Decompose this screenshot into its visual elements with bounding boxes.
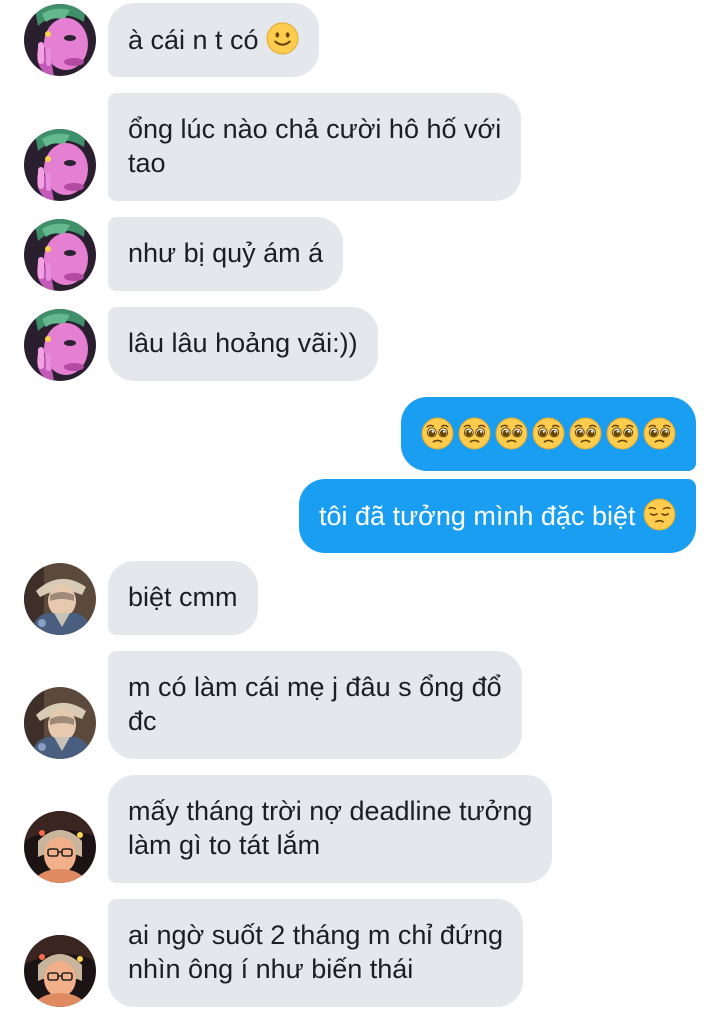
message-text-line: nhìn ông í như biến thái xyxy=(128,954,414,984)
message-bubble-outgoing[interactable]: tôi đã tưởng mình đặc biệt xyxy=(299,479,696,553)
avatar[interactable] xyxy=(24,811,96,883)
message-bubble-outgoing[interactable] xyxy=(401,397,696,471)
pleading-face-icon xyxy=(458,417,491,450)
message-text-line: ai ngờ suốt 2 tháng m chỉ đứng xyxy=(128,920,504,950)
profile-photo xyxy=(24,687,96,759)
message-text: biệt cmm xyxy=(128,582,238,612)
profile-photo xyxy=(24,219,96,291)
slightly-smiling-face-icon xyxy=(266,22,299,55)
message-text-line: đc xyxy=(128,706,157,736)
message-text-line: làm gì to tát lắm xyxy=(128,830,321,860)
profile-photo xyxy=(24,811,96,883)
avatar[interactable] xyxy=(24,687,96,759)
message-text: như bị quỷ ám á xyxy=(128,238,324,268)
message-bubble-incoming[interactable]: như bị quỷ ám á xyxy=(108,217,344,291)
avatar[interactable] xyxy=(24,4,96,76)
pensive-face-icon xyxy=(643,498,676,531)
message-bubble-incoming[interactable]: ổng lúc nào chả cười hô hố với tao xyxy=(108,93,522,201)
pleading-face-icon xyxy=(421,417,454,450)
message-text-line: tao xyxy=(128,148,166,178)
message-bubble-incoming[interactable]: m có làm cái mẹ j đâu s ổng đổ đc xyxy=(108,651,522,759)
pleading-face-icon xyxy=(606,417,639,450)
pleading-face-icon xyxy=(532,417,565,450)
message-text-line: ổng lúc nào chả cười hô hố với xyxy=(128,114,502,144)
message-thread[interactable]: à cái n t có ổng lúc nào chả cười hô hố … xyxy=(0,0,720,1017)
message-text: à cái n t có xyxy=(128,25,259,55)
message-text: lâu lâu hoảng vãi:)) xyxy=(128,328,358,358)
avatar[interactable] xyxy=(24,129,96,201)
message-bubble-incoming[interactable]: à cái n t có xyxy=(108,3,320,77)
avatar[interactable] xyxy=(24,935,96,1007)
avatar[interactable] xyxy=(24,219,96,291)
message-bubble-incoming[interactable]: mấy tháng trời nợ deadline tưởng làm gì … xyxy=(108,775,553,883)
message-text-line: mấy tháng trời nợ deadline tưởng xyxy=(128,796,533,826)
message-text: tôi đã tưởng mình đặc biệt xyxy=(319,501,636,531)
profile-photo xyxy=(24,563,96,635)
message-bubble-incoming[interactable]: biệt cmm xyxy=(108,561,258,635)
profile-photo xyxy=(24,4,96,76)
profile-photo xyxy=(24,935,96,1007)
message-text-line: m có làm cái mẹ j đâu s ổng đổ xyxy=(128,672,502,702)
pleading-face-icon xyxy=(495,417,528,450)
avatar[interactable] xyxy=(24,309,96,381)
message-bubble-incoming[interactable]: lâu lâu hoảng vãi:)) xyxy=(108,307,378,381)
pleading-face-icon xyxy=(643,417,676,450)
pleading-face-icon xyxy=(569,417,602,450)
profile-photo xyxy=(24,309,96,381)
message-bubble-incoming[interactable]: ai ngờ suốt 2 tháng m chỉ đứng nhìn ông … xyxy=(108,899,524,1007)
profile-photo xyxy=(24,129,96,201)
avatar[interactable] xyxy=(24,563,96,635)
